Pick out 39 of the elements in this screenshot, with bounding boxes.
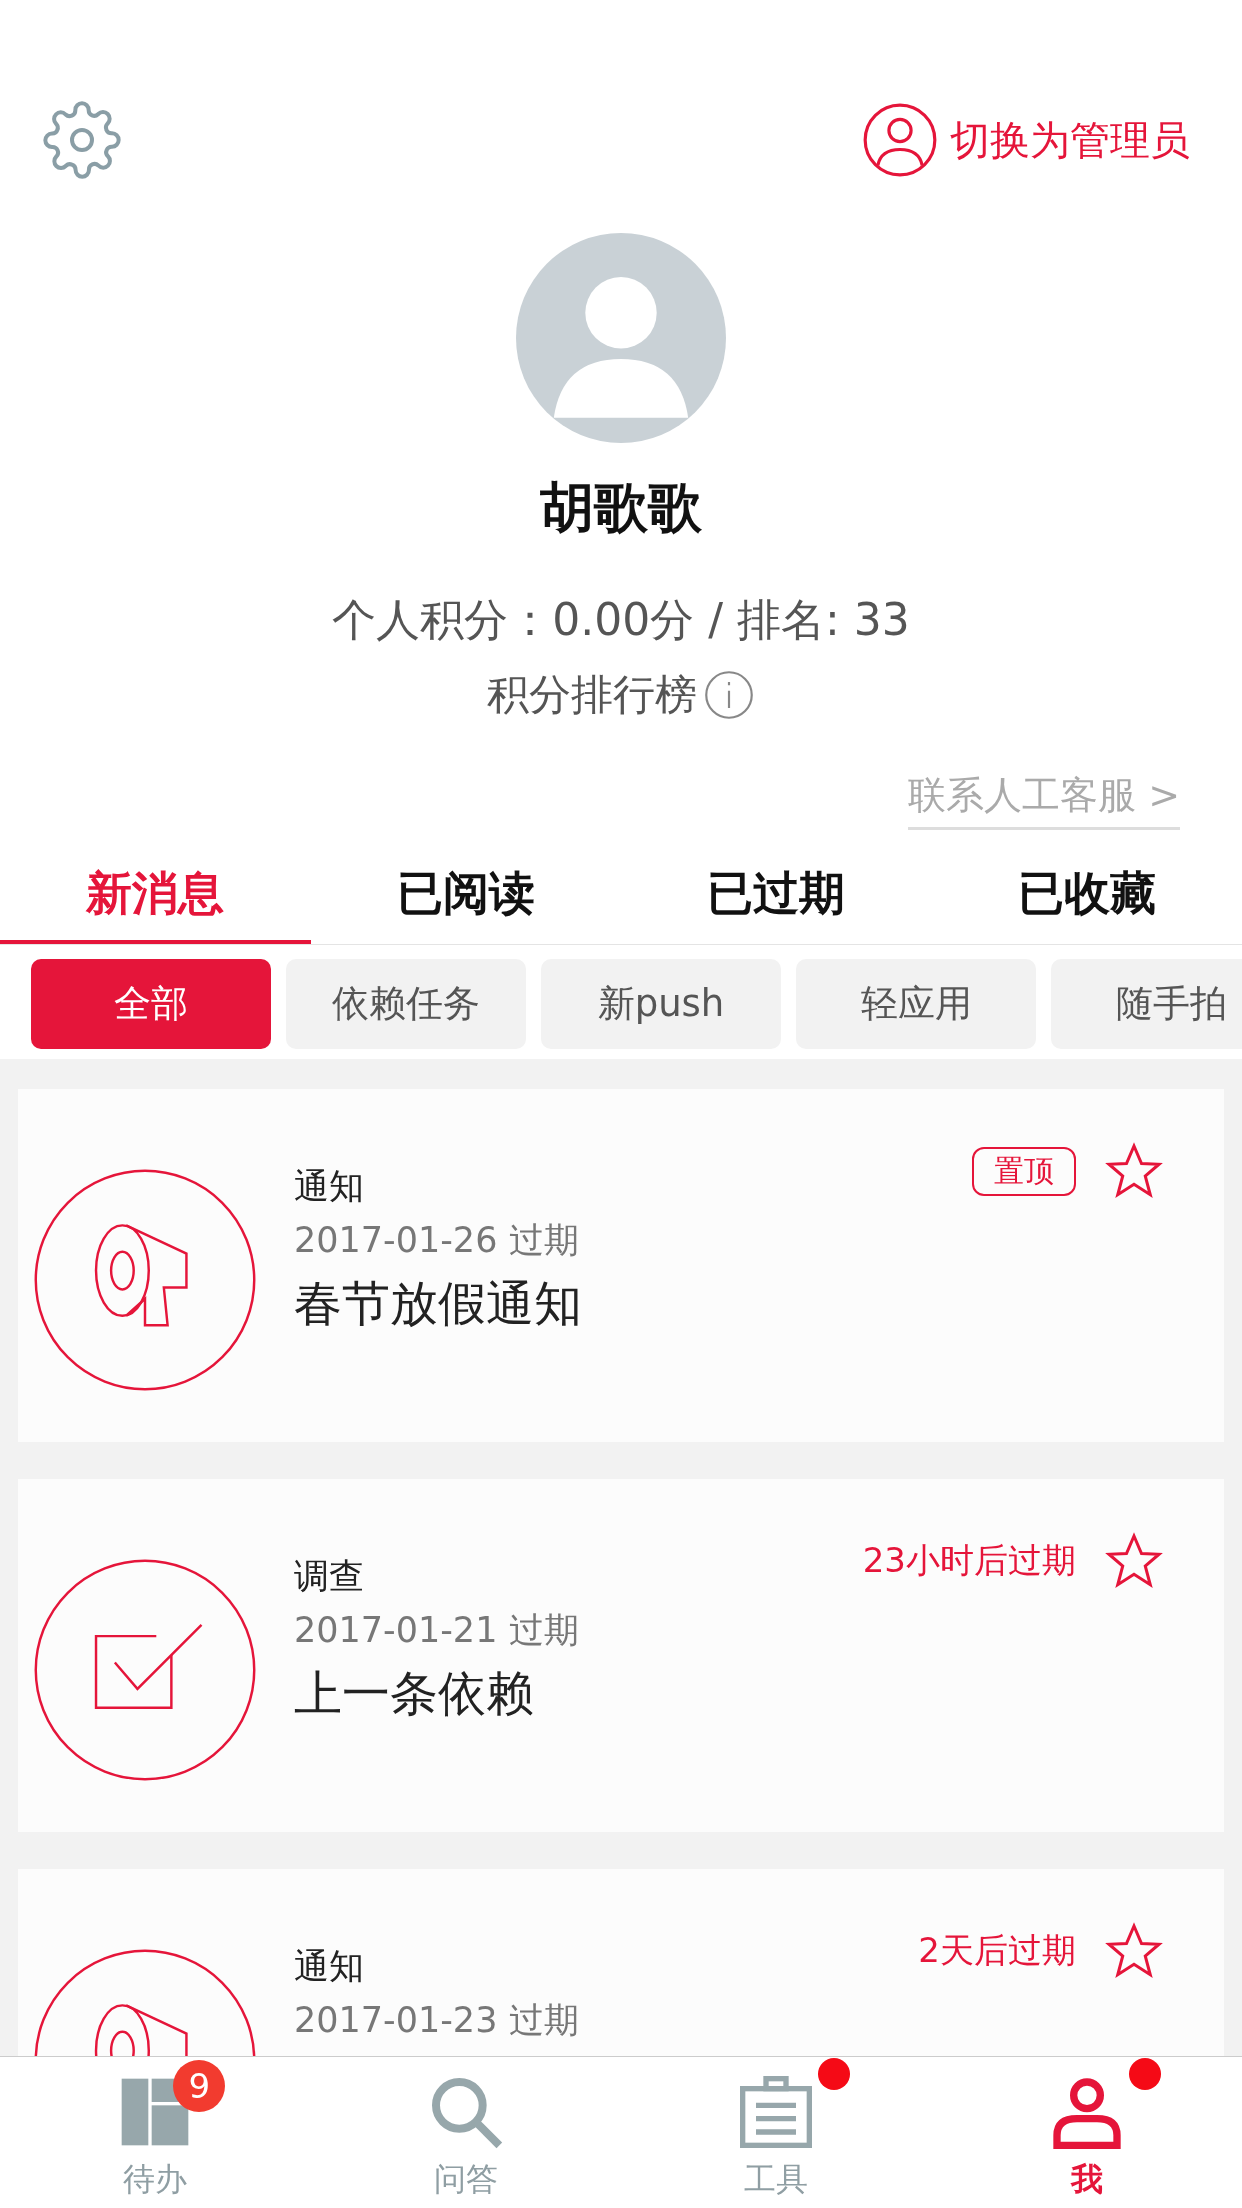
expiry-text: 23小时后过期 xyxy=(862,1539,1076,1582)
star-icon[interactable] xyxy=(1104,1531,1164,1591)
message-card[interactable]: 调查 2017-01-21 过期 上一条依赖 23小时后过期 xyxy=(18,1479,1224,1832)
expiry-text: 2天后过期 xyxy=(918,1929,1076,1972)
message-tab[interactable]: 新消息 xyxy=(0,848,311,944)
message-date: 2017-01-23 过期 xyxy=(294,1999,579,2042)
message-title: 上一条依赖 xyxy=(294,1664,535,1723)
filter-chip[interactable]: 随手拍 xyxy=(1051,959,1242,1049)
message-tab[interactable]: 已过期 xyxy=(621,848,932,944)
person-icon xyxy=(862,102,938,178)
message-type: 通知 xyxy=(294,1945,365,1988)
info-icon xyxy=(703,669,755,721)
message-type: 通知 xyxy=(294,1165,365,1208)
message-tab[interactable]: 已阅读 xyxy=(310,848,621,944)
message-date: 2017-01-26 过期 xyxy=(294,1219,580,1262)
message-type: 调查 xyxy=(294,1555,365,1598)
score-text: 个人积分：0.00分 / 排名: 33 xyxy=(332,593,910,647)
pinned-tag: 置顶 xyxy=(972,1146,1076,1196)
avatar-icon xyxy=(516,233,726,443)
star-icon[interactable] xyxy=(1104,1141,1164,1201)
megaphone-icon xyxy=(32,1167,258,1393)
switch-admin-button[interactable]: 切换为管理员 xyxy=(862,102,1190,178)
star-icon[interactable] xyxy=(1104,1921,1164,1981)
settings-icon[interactable] xyxy=(42,100,122,180)
filter-chip[interactable]: 轻应用 xyxy=(796,959,1036,1049)
leaderboard-link[interactable]: 积分排行榜 xyxy=(487,660,755,730)
filter-chip[interactable]: 新push xyxy=(541,959,781,1049)
message-card[interactable]: 通知 2017-01-23 过期 2天后过期 xyxy=(18,1869,1224,2056)
user-name: 胡歌歌 xyxy=(540,475,702,541)
nav-tab[interactable]: 我 xyxy=(931,2057,1242,2208)
filter-chip[interactable]: 依赖任务 xyxy=(286,959,526,1049)
message-card[interactable]: 通知 2017-01-26 过期 春节放假通知 置顶 xyxy=(18,1089,1224,1442)
count-badge: 9 xyxy=(173,2060,226,2112)
message-tab[interactable]: 已收藏 xyxy=(931,848,1242,944)
message-date: 2017-01-21 过期 xyxy=(294,1609,579,1652)
nav-tab[interactable]: 9 待办 xyxy=(0,2057,311,2208)
filter-chip[interactable]: 全部 xyxy=(31,959,271,1049)
message-title: 春节放假通知 xyxy=(294,1274,582,1333)
checkbox-icon xyxy=(32,1557,258,1783)
